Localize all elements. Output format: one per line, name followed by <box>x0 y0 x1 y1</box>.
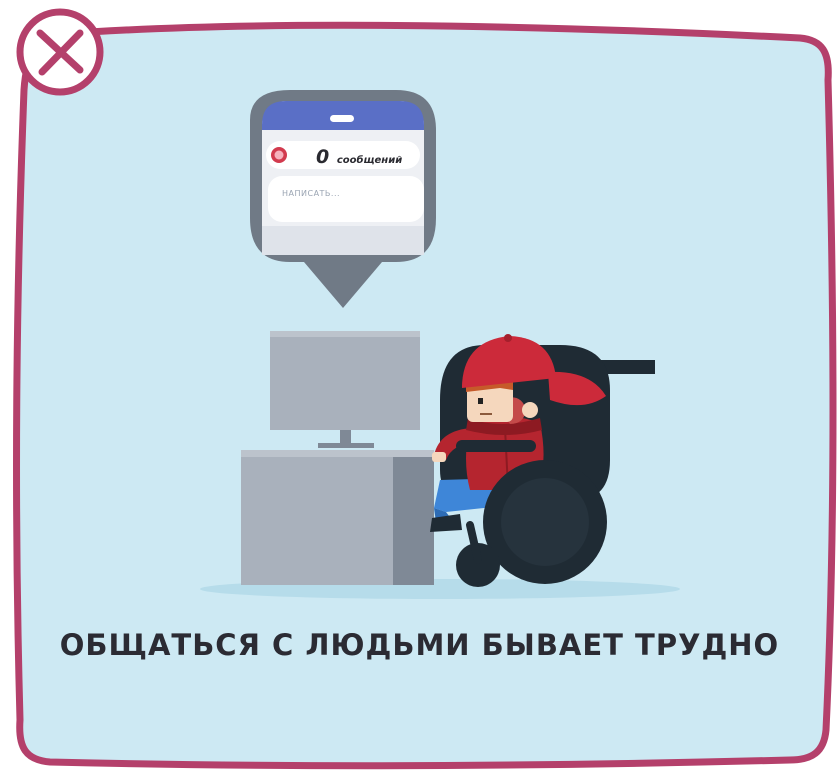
message-count-label: сообщений <box>336 155 403 166</box>
illustration-card: 0 сообщений НАПИСАТЬ... ОБЩАТЬСЯ С ЛЮДЬМ… <box>0 0 839 772</box>
message-count: 0 сообщений <box>316 146 426 168</box>
close-icon[interactable] <box>16 8 104 96</box>
message-input-placeholder: НАПИСАТЬ... <box>282 189 341 198</box>
message-count-number: 0 <box>316 146 330 168</box>
caption: ОБЩАТЬСЯ С ЛЮДЬМИ БЫВАЕТ ТРУДНО <box>59 628 780 662</box>
desk <box>241 450 434 585</box>
